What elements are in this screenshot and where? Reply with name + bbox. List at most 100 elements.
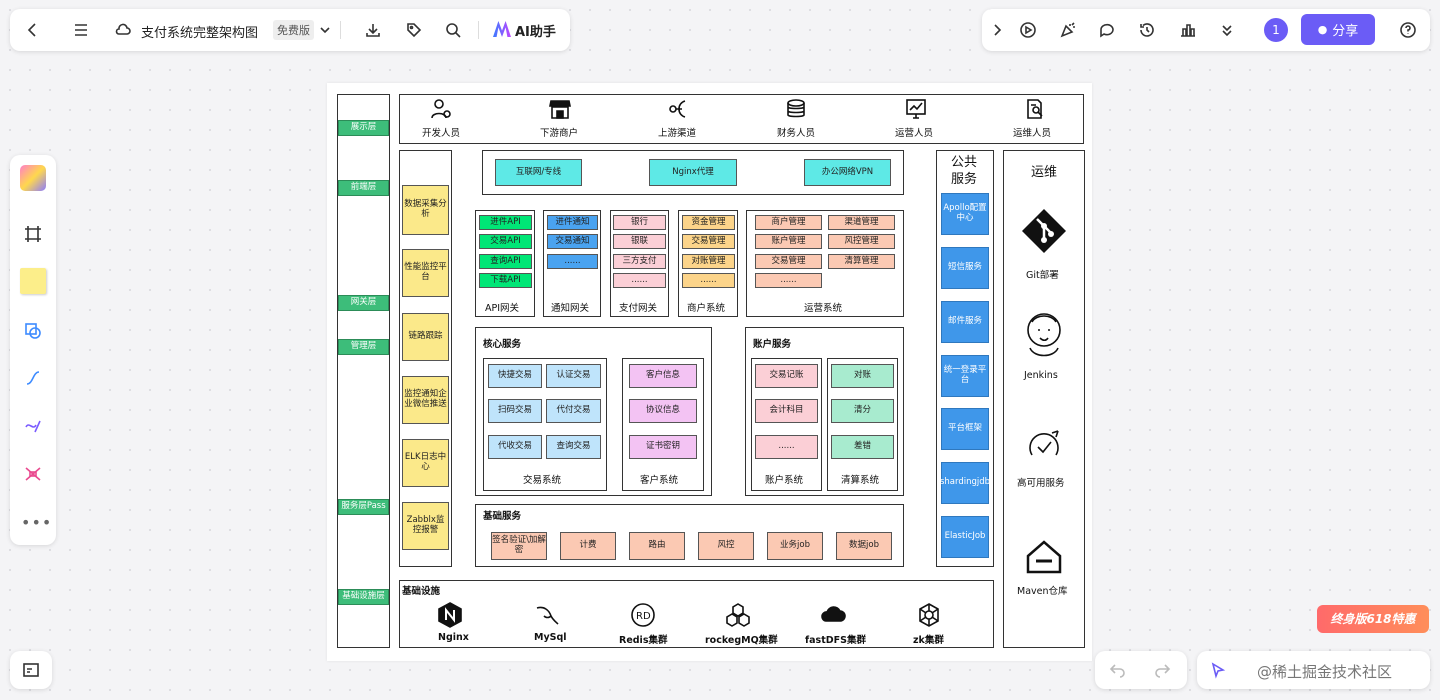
role-label: 上游渠道 [658,128,697,139]
comment-icon[interactable] [1096,19,1118,41]
account-system-label: 账户系统 [765,475,804,486]
high-availability-icon [1022,427,1066,467]
customer-item: 证书密钥 [629,435,697,459]
mindmap-icon[interactable] [22,463,44,485]
infra-label: rockegMQ集群 [705,635,778,646]
account-item: ...... [755,435,818,459]
celebrate-icon[interactable] [1057,19,1079,41]
trade-item: 快捷交易 [488,364,542,388]
layer-frontend: 前端层 [338,180,389,196]
top-left-toolbar: 支付系统完整架构图 免费版 AI助手 [10,9,570,51]
frame-icon[interactable] [22,223,44,245]
customer-item: 协议信息 [629,399,697,423]
pen-icon[interactable] [22,415,44,437]
ops-item: 账户管理 [755,234,822,249]
zookeeper-icon [915,601,943,629]
layer-display: 展示层 [338,120,389,136]
document-title[interactable]: 支付系统完整架构图 [141,22,258,41]
role-label: 运维人员 [1013,128,1052,139]
user-add-icon: ● [1317,23,1328,36]
undo-icon[interactable] [1107,659,1129,681]
infrastructure-box [399,580,994,648]
left-tool-panel: ••• [10,155,56,545]
role-label: 运营人员 [895,128,934,139]
connector-icon[interactable] [22,367,44,389]
layer-infrastructure: 基础设施层 [338,589,389,605]
download-icon[interactable] [362,19,384,41]
public-item: 短信服务 [941,247,989,289]
base-item: 计费 [560,532,616,560]
redis-icon: RD [629,601,657,629]
menu-icon[interactable] [70,19,92,41]
chevron-right-icon[interactable] [986,19,1008,41]
account-item: 会计科目 [755,399,818,423]
infra-label: Redis集群 [619,635,668,646]
share-label: 分享 [1332,24,1359,39]
promo-banner[interactable]: 终身版618特惠 [1317,605,1429,633]
sticky-note-icon[interactable] [20,268,46,294]
nginx-icon [437,601,463,629]
pay-item: 银行 [613,215,666,230]
infra-label: MySql [534,632,567,643]
account-service-title: 账户服务 [753,339,792,350]
select-cursor-icon[interactable] [1207,659,1229,681]
trade-item: 代付交易 [546,399,601,423]
chevron-down-icon[interactable] [314,19,336,41]
roles-box [399,94,1084,144]
core-service-title: 核心服务 [483,339,522,350]
ops-item-label: 高可用服务 [1017,478,1065,489]
templates-icon[interactable] [20,165,46,191]
minimap-toggle[interactable] [10,651,52,689]
public-item: 平台框架 [941,408,989,450]
infra-label: Nginx [438,632,469,643]
base-item: 路由 [629,532,685,560]
map-icon [20,659,42,681]
clearing-item: 清分 [831,399,894,423]
pay-item: 银联 [613,234,666,249]
shape-icon[interactable] [22,320,44,342]
layer-gateway: 网关层 [338,295,389,311]
ops-item: 商户管理 [755,215,822,230]
role-label: 开发人员 [422,128,461,139]
public-item: 统一登录平台 [941,355,989,397]
cloud-sync-icon [112,19,134,41]
rocketmq-icon [724,601,752,629]
coins-icon [782,97,810,121]
user-count-avatar[interactable]: 1 [1264,18,1288,42]
share-button[interactable]: ● 分享 [1301,14,1375,45]
channel-icon [664,97,692,121]
back-icon[interactable] [22,19,44,41]
customer-system-label: 客户系统 [640,475,679,486]
diagram-canvas[interactable]: 展示层 前端层 网关层 管理层 服务层Pass 基础设施层 开发人员 下游商户 … [327,83,1092,661]
more-icon[interactable]: ••• [21,513,52,532]
template-icon[interactable] [1177,19,1199,41]
maven-home-icon [1022,537,1066,577]
present-icon[interactable] [1017,19,1039,41]
help-icon[interactable] [1397,19,1419,41]
monitor-chart-icon [902,97,930,121]
infrastructure-title: 基础设施 [402,586,441,597]
role-label: 下游商户 [540,128,579,139]
ops-column-title: 运维 [1031,165,1058,180]
public-service-title: 公共服务 [950,155,977,187]
monitor-item: 监控通知企业微信推送 [402,376,449,424]
ai-assistant-button[interactable]: AI助手 [515,21,556,40]
collapse-icon[interactable] [1216,19,1238,41]
public-item: Apollo配置中心 [941,193,989,235]
tag-icon[interactable] [403,19,425,41]
public-item: shardingjdb [940,462,990,504]
ops-item: 交易管理 [755,254,822,269]
trade-system-label: 交易系统 [523,475,562,486]
base-service-title: 基础服务 [483,511,522,522]
history-icon[interactable] [1136,19,1158,41]
merchant-system-label: 商户系统 [687,303,726,314]
svg-text:RD: RD [636,611,651,622]
search-icon[interactable] [442,19,464,41]
account-item: 交易记账 [755,364,818,388]
redo-icon[interactable] [1151,659,1173,681]
public-item: 邮件服务 [941,301,989,343]
trade-item: 认证交易 [546,364,601,388]
store-icon [546,97,574,121]
clearing-item: 差错 [831,435,894,459]
merchant-item: 交易管理 [682,234,735,249]
